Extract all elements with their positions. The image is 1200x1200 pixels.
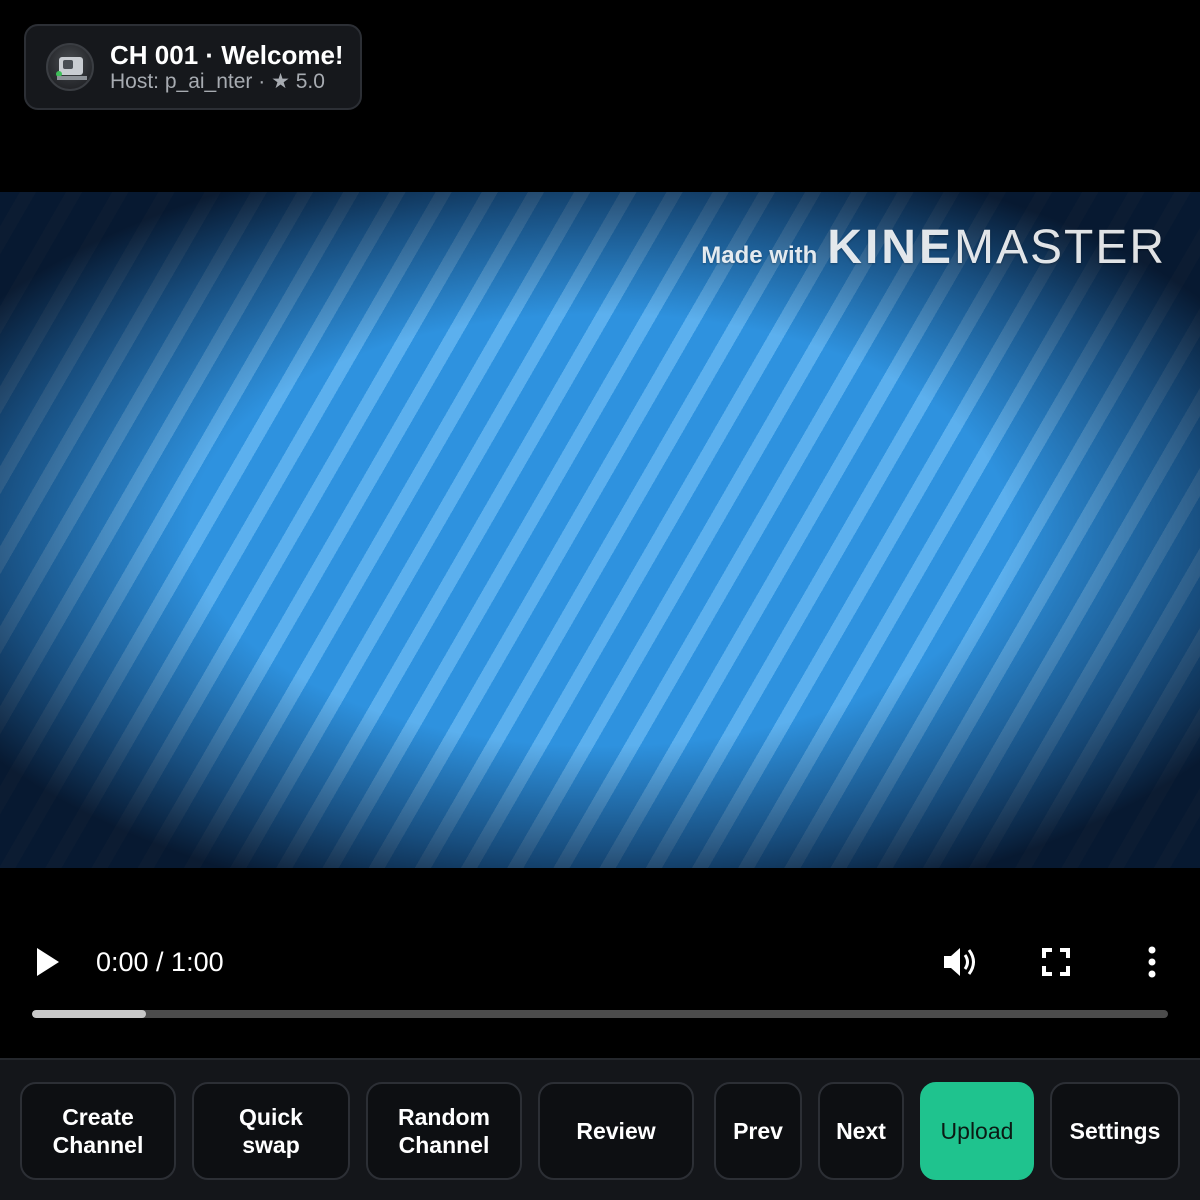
progress-fill (32, 1010, 146, 1018)
time-display: 0:00 / 1:00 (96, 947, 224, 977)
bottom-toolbar: Create Channel Quick swap Random Channel… (0, 1058, 1200, 1200)
channel-title: CH 001 · Welcome! (110, 40, 344, 70)
next-button[interactable]: Next (818, 1082, 904, 1180)
host-avatar (46, 43, 94, 91)
fullscreen-icon[interactable] (1038, 944, 1074, 980)
watermark-master: MASTER (953, 221, 1166, 274)
create-channel-button[interactable]: Create Channel (20, 1082, 176, 1180)
play-icon[interactable] (34, 946, 62, 978)
upload-button[interactable]: Upload (920, 1082, 1034, 1180)
random-channel-button[interactable]: Random Channel (366, 1082, 522, 1180)
channel-card[interactable]: CH 001 · Welcome! Host: p_ai_nter · ★ 5.… (24, 24, 362, 110)
kinemaster-watermark: Made with KINE MASTER (701, 220, 1166, 275)
prev-button[interactable]: Prev (714, 1082, 802, 1180)
video-vignette (0, 192, 1200, 868)
progress-bar[interactable] (32, 1010, 1168, 1018)
more-vert-icon[interactable] (1140, 944, 1164, 980)
watermark-made-with: Made with (701, 242, 818, 269)
watermark-kine: KINE (827, 221, 954, 274)
channel-host: Host: p_ai_nter · ★ 5.0 (110, 70, 325, 93)
video-frame[interactable]: Made with KINE MASTER (0, 192, 1200, 868)
channel-info: CH 001 · Welcome! Host: p_ai_nter · ★ 5.… (110, 40, 344, 94)
quick-swap-button[interactable]: Quick swap (192, 1082, 350, 1180)
review-button[interactable]: Review (538, 1082, 694, 1180)
volume-icon[interactable] (940, 944, 980, 980)
settings-button[interactable]: Settings (1050, 1082, 1180, 1180)
video-controls: 0:00 / 1:00 (0, 920, 1200, 1004)
